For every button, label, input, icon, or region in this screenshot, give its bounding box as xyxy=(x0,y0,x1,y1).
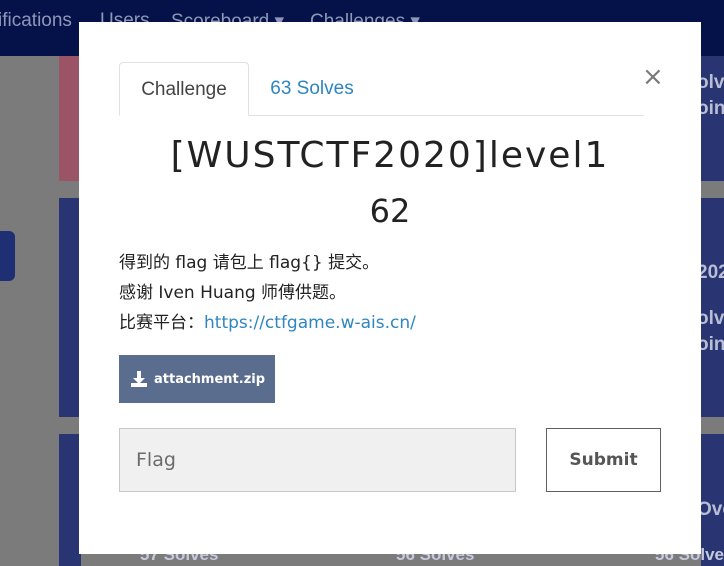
card-points-text: oint xyxy=(701,334,724,355)
challenge-title: [WUSTCTF2020]level1 xyxy=(170,135,610,176)
challenge-value: 62 xyxy=(369,192,411,230)
download-icon xyxy=(131,371,147,387)
description-line: 比赛平台：https://ctfgame.w-ais.cn/ xyxy=(119,308,659,338)
platform-link[interactable]: https://ctfgame.w-ais.cn/ xyxy=(204,313,416,333)
challenge-card[interactable]: olve oint xyxy=(701,56,724,181)
card-solves-text: olve xyxy=(701,72,724,93)
close-icon[interactable]: × xyxy=(642,64,664,90)
submit-button[interactable]: Submit xyxy=(546,428,661,492)
challenge-card[interactable] xyxy=(59,56,81,181)
challenge-card[interactable] xyxy=(59,434,81,566)
description-line: 得到的 flag 请包上 flag{} 提交。 xyxy=(119,253,380,273)
platform-label: 比赛平台： xyxy=(119,313,204,333)
tab-solves[interactable]: 63 Solves xyxy=(270,62,354,114)
card-points-text: oint xyxy=(701,98,724,119)
attachment-label: attachment.zip xyxy=(154,371,266,387)
challenge-description: 得到的 flag 请包上 flag{} 提交。 感谢 Iven Huang 师傅… xyxy=(119,248,659,338)
attachment-download-button[interactable]: attachment.zip xyxy=(119,355,275,403)
side-button[interactable] xyxy=(0,231,15,281)
nav-notifications[interactable]: ifications xyxy=(0,10,72,32)
flag-input[interactable] xyxy=(119,428,516,492)
challenge-modal: × Challenge 63 Solves [WUSTCTF2020]level… xyxy=(79,22,701,554)
modal-tabs: Challenge 63 Solves xyxy=(119,62,644,116)
card-title-text: Ove xyxy=(701,499,724,520)
tab-challenge[interactable]: Challenge xyxy=(119,62,249,116)
card-solves-text: olve xyxy=(701,308,724,329)
description-line: 感谢 Iven Huang 师傅供题。 xyxy=(119,283,347,303)
challenge-card[interactable]: 202 olve oint xyxy=(701,198,724,417)
card-title-text: 202 xyxy=(701,262,724,283)
challenge-card[interactable] xyxy=(59,198,81,417)
